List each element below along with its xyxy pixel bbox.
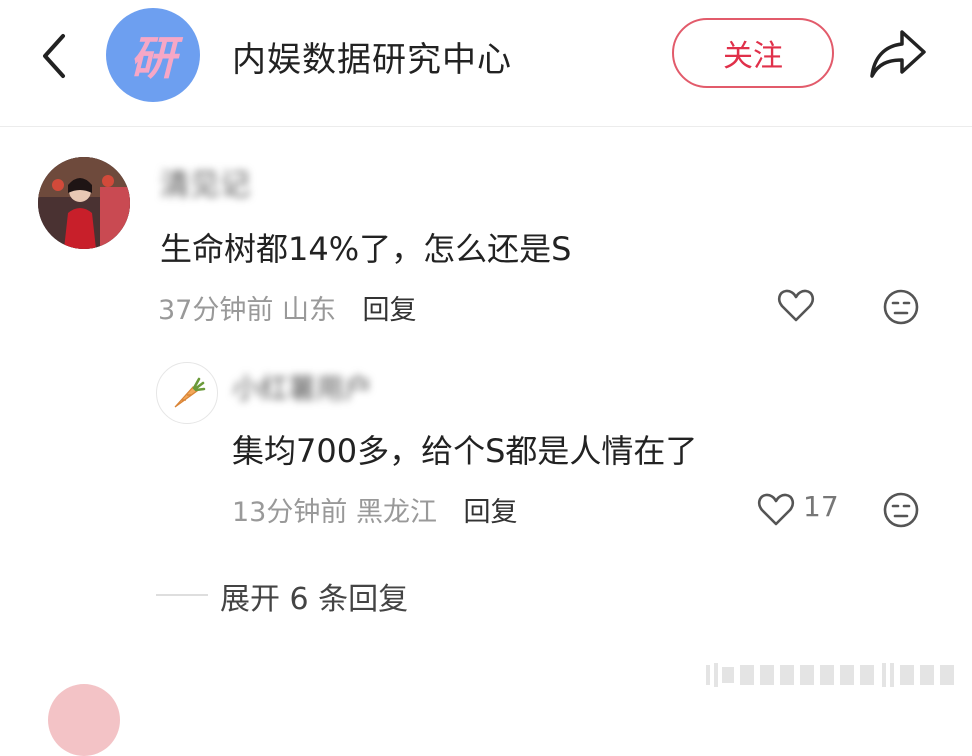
reply-location: 黑龙江 [355, 497, 437, 528]
channel-title[interactable]: 内娱数据研究中心 [232, 32, 512, 81]
reply-text: 集均700多，给个S都是人情在了 [232, 432, 698, 470]
watermark-graphic [706, 663, 954, 687]
back-button[interactable] [30, 28, 78, 84]
comment-username[interactable]: 清见记 [160, 160, 250, 204]
next-commenter-avatar[interactable] [48, 684, 120, 756]
like-button[interactable] [776, 286, 816, 330]
channel-avatar-logo: 研 [130, 31, 176, 85]
user-photo [38, 157, 130, 249]
neutral-face-icon [883, 492, 919, 528]
carrot-icon [174, 377, 206, 408]
heart-outline-icon [777, 289, 815, 322]
heart-outline-icon [757, 493, 795, 526]
reply-meta: 13分钟前 黑龙江 回复 [232, 490, 518, 529]
share-arrow-icon [870, 30, 926, 78]
channel-avatar[interactable]: 研 [106, 8, 200, 102]
header-divider [0, 126, 972, 127]
follow-button[interactable]: 关注 [672, 18, 834, 88]
neutral-face-icon [883, 289, 919, 325]
reply-avatar[interactable] [156, 362, 218, 424]
share-button[interactable] [866, 26, 930, 82]
comment-text: 生命树都14%了，怎么还是S [160, 230, 572, 268]
comment-location: 山东 [281, 295, 336, 326]
emoji-react-button[interactable] [881, 287, 921, 331]
like-button[interactable] [756, 490, 796, 534]
like-count: 17 [803, 490, 839, 523]
reply-username[interactable]: 小红薯用户 [232, 367, 372, 407]
reply-button[interactable]: 回复 [363, 295, 417, 326]
commenter-avatar[interactable] [38, 157, 130, 249]
expand-replies-button[interactable]: 展开 6 条回复 [220, 574, 408, 618]
reply-button[interactable]: 回复 [464, 497, 518, 528]
comment-meta: 37分钟前 山东 回复 [158, 288, 417, 327]
chevron-left-icon [43, 34, 65, 78]
expand-divider [156, 594, 208, 596]
reply-time: 13分钟前 [232, 497, 348, 528]
watermark [706, 661, 958, 689]
comment-time: 37分钟前 [158, 295, 274, 326]
emoji-react-button[interactable] [881, 490, 921, 534]
